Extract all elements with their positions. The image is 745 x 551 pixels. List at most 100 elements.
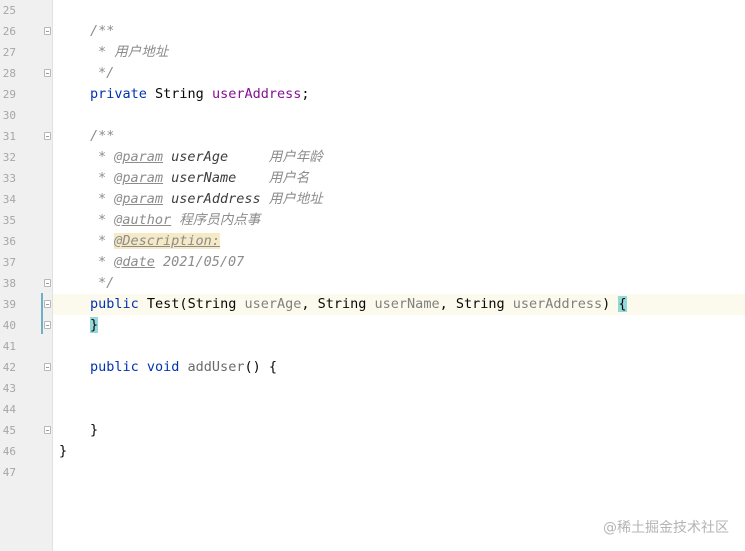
- code-line[interactable]: */: [53, 63, 745, 84]
- param-description: 用户名: [236, 170, 310, 186]
- comment-star: *: [98, 212, 115, 228]
- code-line[interactable]: /**: [53, 21, 745, 42]
- line-number-gutter: 25 26 27 28 29 30 31 32 33 34 35 36 37 3…: [0, 0, 53, 551]
- line-number: 26: [2, 25, 16, 38]
- close-brace: }: [90, 422, 99, 438]
- type-string: String: [187, 296, 245, 312]
- line-number: 38: [2, 277, 16, 290]
- code-line[interactable]: private String userAddress;: [53, 84, 745, 105]
- keyword-private: private: [90, 86, 147, 102]
- line-number: 44: [2, 403, 16, 416]
- line-number: 29: [2, 88, 16, 101]
- comment-star: *: [98, 44, 115, 60]
- line-number: 35: [2, 214, 16, 227]
- code-line[interactable]: * @param userName 用户名: [53, 168, 745, 189]
- param-user-age: userAge: [244, 296, 302, 312]
- javadoc-tag-param: @param: [114, 149, 164, 165]
- line-number: 25: [2, 4, 16, 17]
- line-number: 34: [2, 193, 16, 206]
- code-editor[interactable]: 25 26 27 28 29 30 31 32 33 34 35 36 37 3…: [0, 0, 745, 551]
- comment-close: */: [98, 65, 115, 81]
- close-brace-matched: }: [90, 317, 99, 333]
- line-number: 37: [2, 256, 16, 269]
- comment-text: 用户地址: [114, 44, 169, 60]
- keyword-public: public: [90, 359, 139, 375]
- comment-open: /**: [90, 23, 115, 39]
- line-number: 43: [2, 382, 16, 395]
- code-line[interactable]: * @author 程序员内点事: [53, 210, 745, 231]
- line-number: 32: [2, 151, 16, 164]
- class-close-brace: }: [59, 443, 68, 459]
- line-number: 30: [2, 109, 16, 122]
- param-user-name: userName: [374, 296, 440, 312]
- comment-close: */: [98, 275, 115, 291]
- line-number: 39: [2, 298, 16, 311]
- line-number: 45: [2, 424, 16, 437]
- vcs-change-marker[interactable]: [41, 293, 43, 334]
- code-line[interactable]: /**: [53, 126, 745, 147]
- param-name: userAddress: [163, 191, 261, 207]
- code-line[interactable]: }: [53, 315, 745, 336]
- line-number: 47: [2, 466, 16, 479]
- field-user-address: userAddress: [211, 86, 302, 102]
- code-line[interactable]: }: [53, 441, 745, 462]
- param-name: userAge: [163, 149, 229, 165]
- javadoc-tag-param: @param: [114, 170, 164, 186]
- fold-toggle-icon[interactable]: [44, 363, 51, 371]
- param-description: 用户年龄: [228, 149, 323, 165]
- comment-star: *: [98, 254, 115, 270]
- code-line[interactable]: * @Description:: [53, 231, 745, 252]
- code-line[interactable]: * @param userAge 用户年龄: [53, 147, 745, 168]
- comma: ,: [439, 296, 456, 312]
- comment-star: *: [98, 233, 115, 249]
- param-description: 用户地址: [260, 191, 323, 207]
- fold-toggle-icon[interactable]: [44, 69, 51, 77]
- keyword-public: public: [90, 296, 139, 312]
- javadoc-tag-description: @Description:: [114, 233, 220, 249]
- line-number: 40: [2, 319, 16, 332]
- comment-star: *: [98, 191, 115, 207]
- param-name: userName: [163, 170, 237, 186]
- comma: ,: [301, 296, 318, 312]
- method-signature-rest: () {: [244, 359, 277, 375]
- author-text: 程序员内点事: [171, 212, 261, 228]
- method-add-user: addUser: [179, 359, 245, 375]
- javadoc-tag-date: @date: [114, 254, 155, 270]
- watermark-text: @稀土掘金技术社区: [603, 520, 729, 536]
- code-line[interactable]: */: [53, 273, 745, 294]
- code-line[interactable]: public void addUser() {: [53, 357, 745, 378]
- fold-toggle-icon[interactable]: [44, 27, 51, 35]
- line-number: 42: [2, 361, 16, 374]
- code-line-current[interactable]: public Test(String userAge, String userN…: [53, 294, 745, 315]
- close-paren: ): [602, 296, 619, 312]
- fold-toggle-icon[interactable]: [44, 279, 51, 287]
- fold-toggle-icon[interactable]: [44, 132, 51, 140]
- fold-toggle-icon[interactable]: [44, 321, 51, 329]
- line-number: 27: [2, 46, 16, 59]
- comment-star: *: [98, 170, 115, 186]
- open-brace-matched: {: [618, 296, 627, 312]
- fold-toggle-icon[interactable]: [44, 426, 51, 434]
- param-user-address: userAddress: [512, 296, 603, 312]
- keyword-void: void: [138, 359, 180, 375]
- line-number: 28: [2, 67, 16, 80]
- fold-toggle-icon[interactable]: [44, 300, 51, 308]
- line-number: 46: [2, 445, 16, 458]
- constructor-name: Test(: [138, 296, 188, 312]
- date-text: 2021/05/07: [154, 254, 245, 270]
- code-line[interactable]: }: [53, 420, 745, 441]
- javadoc-tag-author: @author: [114, 212, 172, 228]
- comment-star: *: [98, 149, 115, 165]
- line-number: 31: [2, 130, 16, 143]
- semicolon: ;: [301, 86, 310, 102]
- code-line[interactable]: * @param userAddress 用户地址: [53, 189, 745, 210]
- line-number: 33: [2, 172, 16, 185]
- javadoc-tag-param: @param: [114, 191, 164, 207]
- type-string: String: [317, 296, 375, 312]
- line-number: 41: [2, 340, 16, 353]
- comment-open: /**: [90, 128, 115, 144]
- code-line[interactable]: * 用户地址: [53, 42, 745, 63]
- code-line[interactable]: * @date 2021/05/07: [53, 252, 745, 273]
- type-string: String: [146, 86, 212, 102]
- type-string: String: [455, 296, 513, 312]
